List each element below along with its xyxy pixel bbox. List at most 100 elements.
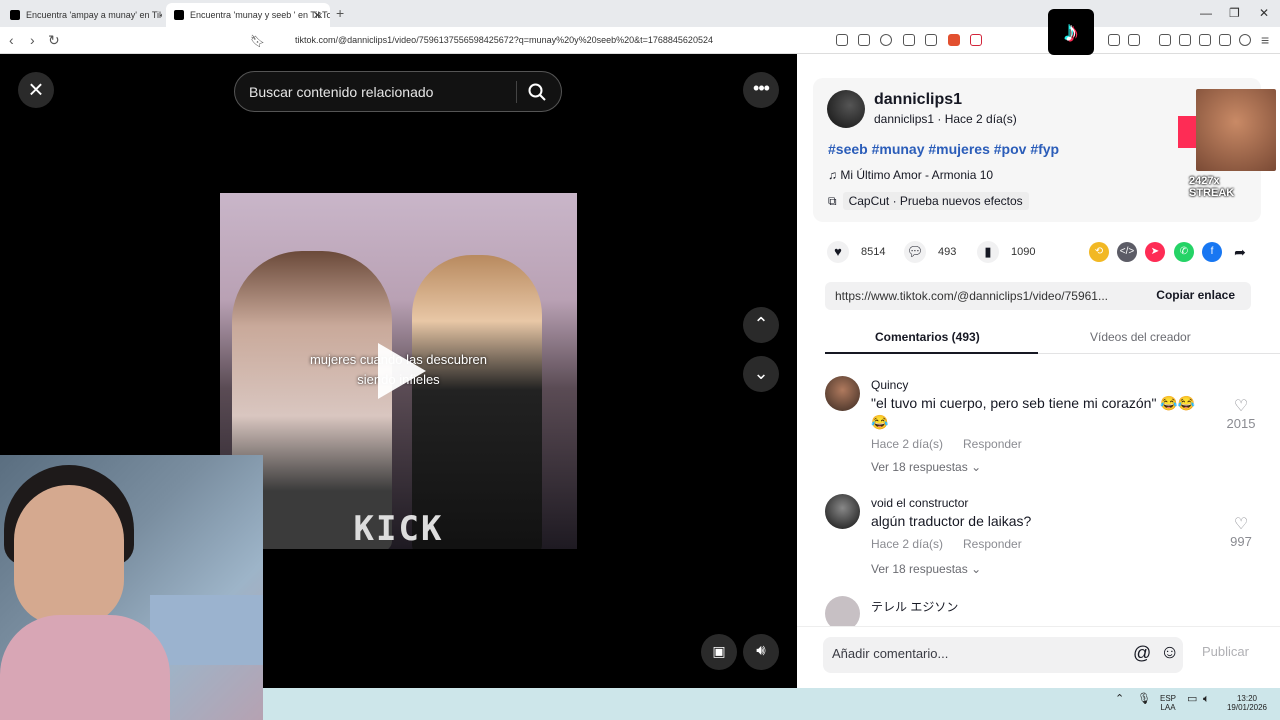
view-replies-button[interactable]: Ver 18 respuestas ⌄	[871, 460, 981, 474]
microphone-icon[interactable]: 🎙︎	[1137, 694, 1151, 705]
capcut-label: CapCut · Prueba nuevos efectos	[842, 192, 1029, 210]
comment-input[interactable]: Añadir comentario... @ ☺	[823, 637, 1183, 673]
back-icon[interactable]: ‹	[9, 32, 14, 48]
capcut-promo[interactable]: ⧉ CapCut · Prueba nuevos efectos	[828, 191, 1029, 211]
creator-username[interactable]: danniclips1	[874, 91, 962, 109]
panel-icon[interactable]	[1179, 34, 1191, 46]
video-frame[interactable]: mujeres cuando las descubren siendo infi…	[220, 193, 577, 549]
comment-like-count: 2015	[1226, 416, 1256, 431]
language-indicator[interactable]: ESP LAA	[1160, 694, 1176, 712]
bookmark-icon[interactable]: 🔖︎	[250, 34, 265, 48]
save-action[interactable]: ▮ 1090	[977, 240, 1035, 264]
comment-count: 493	[938, 246, 957, 258]
comment-text: "el tuvo mi cuerpo, pero seb tiene mi co…	[871, 395, 1196, 430]
comment-time: Hace 2 día(s)	[871, 437, 944, 451]
copy-link-button[interactable]: Copiar enlace	[1156, 288, 1235, 302]
webcam-face	[14, 485, 124, 625]
tab-close-icon[interactable]: ✕	[313, 9, 322, 22]
clock[interactable]: 13:20 19/01/2026	[1223, 694, 1271, 712]
search-icon[interactable]	[527, 82, 547, 102]
search-placeholder: Buscar contenido relacionado	[249, 84, 434, 100]
browser-tab[interactable]: Encuentra 'ampay a munay' en TikTok	[2, 3, 162, 27]
close-video-button[interactable]: ×	[18, 72, 54, 108]
minimize-icon[interactable]: —	[1200, 6, 1212, 20]
menu-icon[interactable]: ≡	[1261, 32, 1269, 48]
reply-button[interactable]: Responder	[963, 437, 1022, 451]
layout-label: LAA	[1160, 703, 1176, 712]
like-action[interactable]: ♥ 8514	[827, 240, 885, 264]
translate-icon[interactable]	[858, 34, 870, 46]
creator-avatar[interactable]	[827, 90, 865, 128]
comment-action[interactable]: 💬︎ 493	[904, 240, 956, 264]
reload-icon[interactable]: ↻	[48, 32, 60, 49]
publish-button[interactable]: Publicar	[1202, 644, 1249, 659]
browser-tab-active[interactable]: Encuentra 'munay y seeb ' en TikTok ✕	[166, 3, 330, 27]
reader-icon[interactable]	[836, 34, 848, 46]
media-icon[interactable]	[1159, 34, 1171, 46]
zoom-icon[interactable]	[880, 34, 892, 46]
post-hashtags[interactable]: #seeb #munay #mujeres #pov #fyp	[828, 141, 1059, 157]
follow-button[interactable]	[1178, 116, 1198, 148]
comment-like[interactable]: ♡ 997	[1221, 514, 1261, 549]
comment-composer: Añadir comentario... @ ☺ Publicar	[797, 626, 1280, 688]
embed-icon[interactable]: </>	[1117, 242, 1137, 262]
clock-date: 19/01/2026	[1226, 703, 1268, 712]
commenter-avatar[interactable]	[825, 494, 860, 529]
mention-icon[interactable]: @	[1133, 643, 1151, 664]
commenter-avatar[interactable]	[825, 596, 860, 626]
clock-time: 13:20	[1236, 694, 1258, 703]
rewards-icon[interactable]	[970, 34, 982, 46]
new-tab-icon[interactable]: +	[336, 5, 344, 21]
webcam-body	[0, 615, 170, 720]
commenter-avatar[interactable]	[825, 376, 860, 411]
volume-icon[interactable]: 🔊︎	[743, 634, 779, 670]
send-icon[interactable]: ➤	[1145, 242, 1165, 262]
wallet-icon[interactable]	[1199, 34, 1211, 46]
sidebar-icon[interactable]	[1128, 34, 1140, 46]
more-options-button[interactable]: •••	[743, 72, 779, 108]
maximize-icon[interactable]: ❐	[1229, 6, 1240, 20]
window-close-icon[interactable]: ✕	[1259, 6, 1269, 20]
tab-comments[interactable]: Comentarios (493)	[875, 330, 980, 344]
video-watermark: KICK	[353, 509, 444, 549]
share-arrow-icon[interactable]: ➦	[1230, 242, 1250, 262]
brave-shield-icon[interactable]	[948, 34, 960, 46]
extensions-icon[interactable]	[1108, 34, 1120, 46]
next-video-button[interactable]: ⌄	[743, 356, 779, 392]
webcam-overlay	[0, 455, 263, 720]
comment-like-count: 997	[1230, 534, 1252, 549]
previous-video-button[interactable]: ⌃	[743, 307, 779, 343]
comment-time: Hace 2 día(s)	[871, 537, 944, 551]
vpn-icon[interactable]	[1239, 34, 1251, 46]
pip-mode-icon[interactable]: ▣	[701, 634, 737, 670]
commenter-name[interactable]: Quincy	[871, 378, 908, 392]
network-icon[interactable]: ▭	[1187, 694, 1197, 705]
tiktok-favicon-icon	[10, 10, 20, 20]
reply-button[interactable]: Responder	[963, 537, 1022, 551]
play-icon[interactable]	[378, 343, 426, 399]
commenter-name[interactable]: void el constructor	[871, 496, 968, 510]
speaker-icon[interactable]: 🔈︎	[1203, 694, 1210, 705]
tab-creator-videos[interactable]: Vídeos del creador	[1090, 330, 1191, 344]
share-page-icon[interactable]	[925, 34, 937, 46]
comment-like[interactable]: ♡ 2015	[1221, 396, 1261, 431]
url-field[interactable]: tiktok.com/@danniclips1/video/7596137556…	[295, 35, 713, 45]
share-link-text[interactable]: https://www.tiktok.com/@danniclips1/vide…	[835, 289, 1108, 303]
facebook-icon[interactable]: f	[1202, 242, 1222, 262]
pip-icon[interactable]	[903, 34, 915, 46]
whatsapp-icon[interactable]: ✆	[1174, 242, 1194, 262]
view-replies-button[interactable]: Ver 18 respuestas ⌄	[871, 562, 981, 576]
commenter-name[interactable]: テレル エジソン	[871, 598, 958, 615]
emoji-icon[interactable]: ☺	[1160, 642, 1179, 664]
music-row[interactable]: ♫ Mi Último Amor - Armonia 10	[828, 168, 993, 182]
forward-icon[interactable]: ›	[30, 32, 35, 48]
related-search-input[interactable]: Buscar contenido relacionado	[234, 71, 562, 112]
tray-chevron-icon[interactable]: ⌃	[1115, 694, 1124, 705]
capcut-icon: ⧉	[828, 193, 837, 208]
save-count: 1090	[1011, 246, 1036, 258]
active-tab-indicator	[825, 352, 1038, 354]
comment-item: void el constructor algún traductor de l…	[825, 494, 1265, 594]
comment-icon: 💬︎	[904, 241, 926, 263]
repost-icon[interactable]: ⟲	[1089, 242, 1109, 262]
leo-icon[interactable]	[1219, 34, 1231, 46]
